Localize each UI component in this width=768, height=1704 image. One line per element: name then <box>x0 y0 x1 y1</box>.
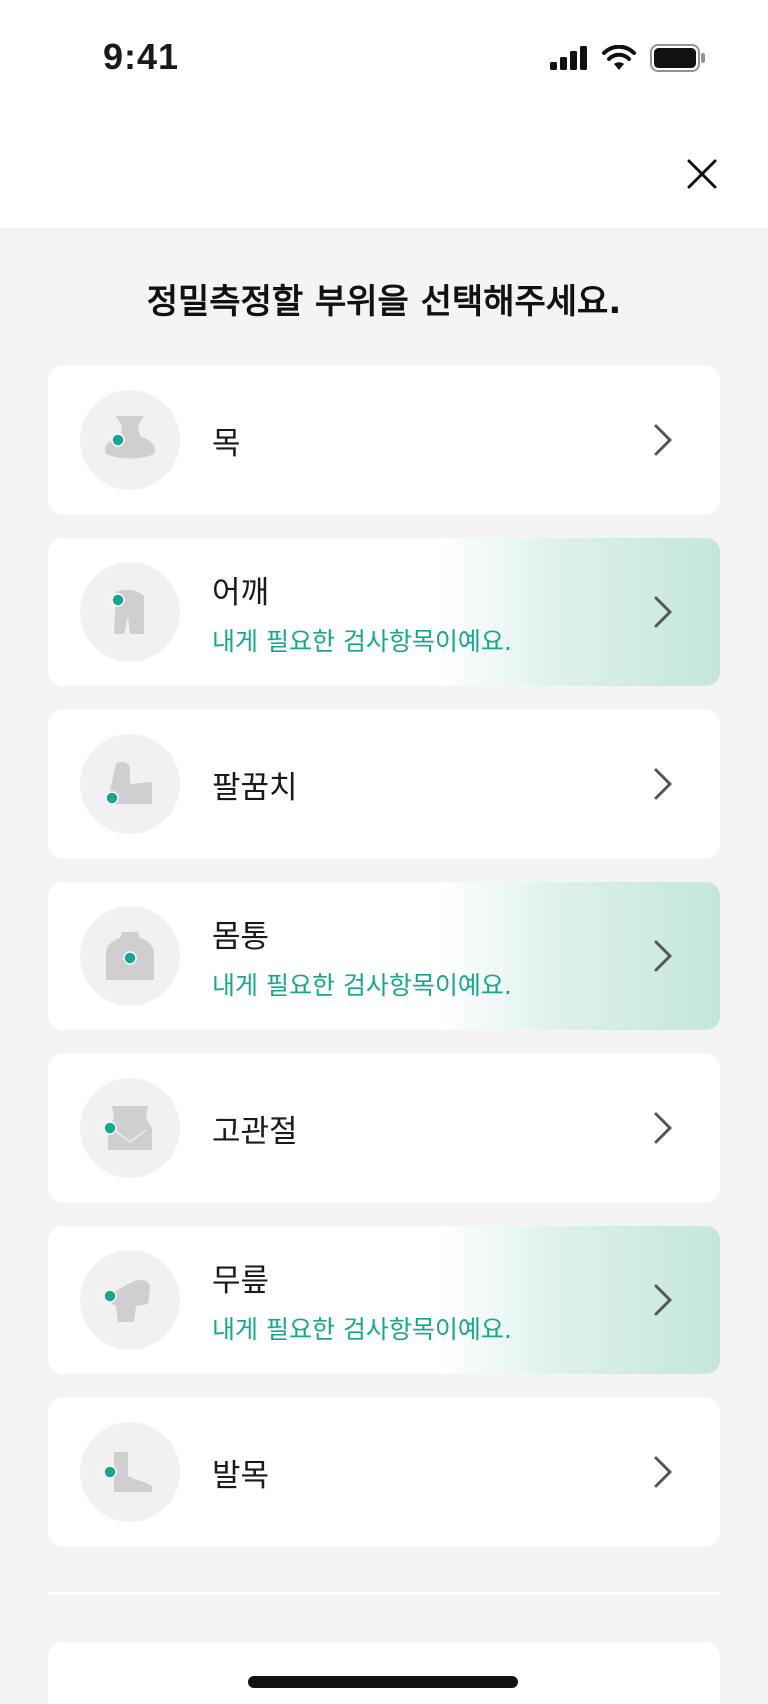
card-text: 고관절 <box>212 1054 298 1202</box>
card-text: 몸통 내게 필요한 검사항목이예요. <box>212 882 512 1030</box>
shoulder-icon <box>80 562 180 662</box>
body-part-card-neck[interactable]: 목 <box>48 366 720 514</box>
section-divider <box>48 1592 720 1594</box>
body-part-card-ankle[interactable]: 발목 <box>48 1398 720 1546</box>
card-label: 몸통 <box>212 918 270 955</box>
card-text: 목 <box>212 366 241 514</box>
battery-icon <box>650 44 705 72</box>
bottom-card[interactable] <box>48 1642 720 1704</box>
card-label: 고관절 <box>212 1113 298 1150</box>
body-part-card-shoulder[interactable]: 어깨 내게 필요한 검사항목이예요. <box>48 538 720 686</box>
status-icons <box>550 44 706 72</box>
card-label: 어깨 <box>212 574 270 611</box>
top-bar <box>0 120 768 228</box>
torso-icon <box>80 906 180 1006</box>
status-bar: 9:41 <box>0 0 768 120</box>
chevron-right-icon <box>654 596 672 628</box>
knee-icon <box>80 1250 180 1350</box>
card-text: 발목 <box>212 1398 269 1546</box>
card-text: 어깨 내게 필요한 검사항목이예요. <box>212 538 512 686</box>
card-label: 무릎 <box>212 1262 270 1299</box>
card-text: 무릎 내게 필요한 검사항목이예요. <box>212 1226 512 1374</box>
card-label: 발목 <box>212 1457 270 1494</box>
card-text: 팔꿈치 <box>212 710 298 858</box>
status-time: 9:41 <box>103 36 180 77</box>
hip-icon <box>80 1078 180 1178</box>
close-button[interactable] <box>676 148 728 200</box>
body-part-card-torso[interactable]: 몸통 내게 필요한 검사항목이예요. <box>48 882 720 1030</box>
elbow-icon <box>80 734 180 834</box>
body-part-card-hip[interactable]: 고관절 <box>48 1054 720 1202</box>
chevron-right-icon <box>654 940 672 972</box>
body-part-card-knee[interactable]: 무릎 내게 필요한 검사항목이예요. <box>48 1226 720 1374</box>
body-part-card-elbow[interactable]: 팔꿈치 <box>48 710 720 858</box>
recommended-subtitle: 내게 필요한 검사항목이예요. <box>212 970 512 1000</box>
recommended-subtitle: 내게 필요한 검사항목이예요. <box>212 1314 512 1344</box>
chevron-right-icon <box>654 1112 672 1144</box>
neck-icon <box>80 390 180 490</box>
chevron-right-icon <box>654 1456 672 1488</box>
close-icon <box>687 159 717 189</box>
chevron-right-icon <box>654 424 672 456</box>
card-label: 팔꿈치 <box>212 769 298 806</box>
wifi-icon <box>602 45 636 70</box>
chevron-right-icon <box>654 768 672 800</box>
ankle-icon <box>80 1422 180 1522</box>
page-title: 정밀측정할 부위을 선택해주세요. <box>146 282 622 322</box>
signal-icon <box>550 46 587 70</box>
home-indicator <box>248 1676 518 1688</box>
chevron-right-icon <box>654 1284 672 1316</box>
recommended-subtitle: 내게 필요한 검사항목이예요. <box>212 626 512 656</box>
card-label: 목 <box>212 425 241 462</box>
